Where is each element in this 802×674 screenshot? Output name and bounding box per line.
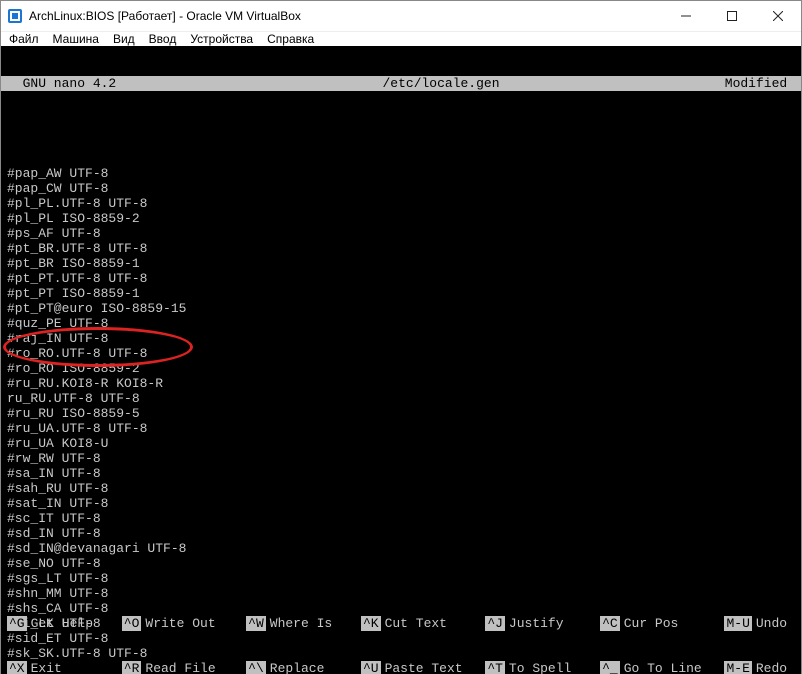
editor-line[interactable]: #pl_PL ISO-8859-2 xyxy=(7,211,801,226)
key-readfile: ^R xyxy=(122,661,142,674)
key-help: ^G xyxy=(7,616,27,631)
menu-help[interactable]: Справка xyxy=(267,32,314,46)
editor-line[interactable]: #pt_BR.UTF-8 UTF-8 xyxy=(7,241,801,256)
label-whereis: Where Is xyxy=(270,616,332,631)
editor-line[interactable]: #pt_PT@euro ISO-8859-15 xyxy=(7,301,801,316)
key-cut: ^K xyxy=(361,616,381,631)
editor-line[interactable]: #rw_RW UTF-8 xyxy=(7,451,801,466)
editor-line[interactable]: #ru_UA KOI8-U xyxy=(7,436,801,451)
menu-file[interactable]: Файл xyxy=(9,32,39,46)
editor-line[interactable]: #ru_RU.KOI8-R KOI8-R xyxy=(7,376,801,391)
label-exit: Exit xyxy=(31,661,62,674)
vm-window: ArchLinux:BIOS [Работает] - Oracle VM Vi… xyxy=(0,0,802,674)
titlebar: ArchLinux:BIOS [Работает] - Oracle VM Vi… xyxy=(1,1,801,31)
window-controls xyxy=(663,1,801,31)
key-exit: ^X xyxy=(7,661,27,674)
close-button[interactable] xyxy=(755,1,801,31)
label-replace: Replace xyxy=(270,661,325,674)
editor-line[interactable]: #raj_IN UTF-8 xyxy=(7,331,801,346)
window-title: ArchLinux:BIOS [Работает] - Oracle VM Vi… xyxy=(29,9,663,23)
shortcut-row-2: ^X Exit ^RRead File ^\ Replace ^U Paste Tex… xyxy=(7,661,801,674)
editor-line[interactable]: ru_RU.UTF-8 UTF-8 xyxy=(7,391,801,406)
label-paste: Paste Text xyxy=(385,661,463,674)
minimize-button[interactable] xyxy=(663,1,709,31)
key-whereis: ^W xyxy=(246,616,266,631)
label-redo: Redo xyxy=(756,661,787,674)
editor-line[interactable]: #sc_IT UTF-8 xyxy=(7,511,801,526)
label-writeout: Write Out xyxy=(145,616,215,631)
label-spell: To Spell xyxy=(509,661,571,674)
key-curpos: ^C xyxy=(600,616,620,631)
key-undo: M-U xyxy=(724,616,751,631)
editor-line[interactable]: #ru_RU ISO-8859-5 xyxy=(7,406,801,421)
nano-shortcuts: ^G Get Help ^OWrite Out ^W Where Is ^K Cut … xyxy=(1,586,801,674)
editor-line[interactable]: #ro_RO.UTF-8 UTF-8 xyxy=(7,346,801,361)
vm-display[interactable]: GNU nano 4.2 /etc/locale.gen Modified #p… xyxy=(1,46,801,674)
editor-line[interactable]: #sd_IN@devanagari UTF-8 xyxy=(7,541,801,556)
editor-line[interactable]: #quz_PE UTF-8 xyxy=(7,316,801,331)
label-readfile: Read File xyxy=(145,661,215,674)
label-gotoline: Go To Line xyxy=(624,661,702,674)
editor-line[interactable]: #sah_RU UTF-8 xyxy=(7,481,801,496)
virtualbox-logo-icon xyxy=(7,8,23,24)
editor-line[interactable]: #pt_PT.UTF-8 UTF-8 xyxy=(7,271,801,286)
key-paste: ^U xyxy=(361,661,381,674)
label-justify: Justify xyxy=(509,616,564,631)
label-curpos: Cur Pos xyxy=(624,616,679,631)
key-spell: ^T xyxy=(485,661,505,674)
key-gotoline: ^_ xyxy=(600,661,620,674)
menu-bar: Файл Машина Вид Ввод Устройства Справка xyxy=(1,31,801,46)
editor-line[interactable]: #sd_IN UTF-8 xyxy=(7,526,801,541)
nano-editor-area[interactable]: #pap_AW UTF-8#pap_CW UTF-8#pl_PL.UTF-8 U… xyxy=(1,121,801,661)
key-writeout: ^O xyxy=(122,616,142,631)
editor-line[interactable]: #pt_BR ISO-8859-1 xyxy=(7,256,801,271)
label-undo: Undo xyxy=(756,616,787,631)
editor-line[interactable]: #ro_RO ISO-8859-2 xyxy=(7,361,801,376)
key-justify: ^J xyxy=(485,616,505,631)
maximize-button[interactable] xyxy=(709,1,755,31)
editor-line[interactable]: #pt_PT ISO-8859-1 xyxy=(7,286,801,301)
editor-line[interactable]: #sat_IN UTF-8 xyxy=(7,496,801,511)
editor-line[interactable]: #sgs_LT UTF-8 xyxy=(7,571,801,586)
editor-line[interactable]: #ru_UA.UTF-8 UTF-8 xyxy=(7,421,801,436)
editor-line[interactable]: #se_NO UTF-8 xyxy=(7,556,801,571)
menu-machine[interactable]: Машина xyxy=(53,32,99,46)
nano-version: GNU nano 4.2 xyxy=(1,76,201,91)
editor-line[interactable]: #pap_CW UTF-8 xyxy=(7,181,801,196)
key-replace: ^\ xyxy=(246,661,266,674)
editor-line[interactable]: #ps_AF UTF-8 xyxy=(7,226,801,241)
editor-line[interactable]: #sa_IN UTF-8 xyxy=(7,466,801,481)
label-cut: Cut Text xyxy=(385,616,447,631)
nano-modified-status: Modified xyxy=(681,76,801,91)
editor-line[interactable]: #pap_AW UTF-8 xyxy=(7,166,801,181)
menu-devices[interactable]: Устройства xyxy=(190,32,253,46)
key-redo: M-E xyxy=(724,661,751,674)
label-help: Get Help xyxy=(31,616,93,631)
editor-line[interactable]: #pl_PL.UTF-8 UTF-8 xyxy=(7,196,801,211)
menu-view[interactable]: Вид xyxy=(113,32,135,46)
nano-filename: /etc/locale.gen xyxy=(201,76,681,91)
nano-header: GNU nano 4.2 /etc/locale.gen Modified xyxy=(1,76,801,91)
shortcut-row-1: ^G Get Help ^OWrite Out ^W Where Is ^K Cut … xyxy=(7,616,801,631)
menu-input[interactable]: Ввод xyxy=(149,32,177,46)
